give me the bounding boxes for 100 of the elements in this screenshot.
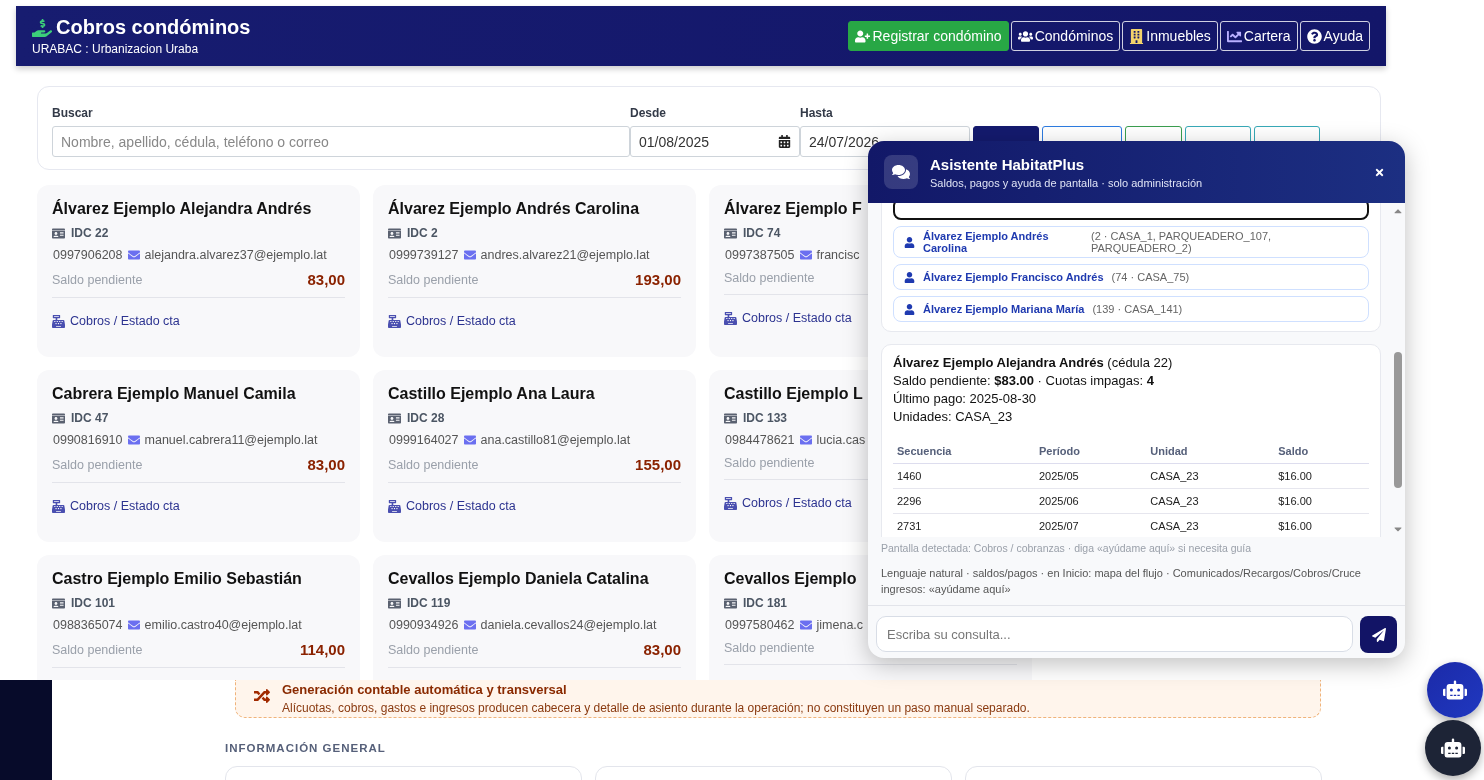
statement-link[interactable]: Cobros / Estado cta	[724, 311, 852, 325]
table-cell: $16.00	[1274, 488, 1369, 514]
users-icon	[1017, 28, 1033, 44]
person-icon	[904, 303, 915, 315]
cash-register-icon	[724, 311, 737, 325]
nav-button[interactable]: Ayuda	[1299, 21, 1370, 51]
resident-name: Cevallos Ejemplo Daniela Catalina	[388, 570, 649, 588]
nav-button[interactable]: Cartera	[1219, 21, 1298, 51]
envelope-icon	[463, 434, 476, 446]
email-address: jimena.c	[816, 618, 864, 632]
banner-title: Generación contable automática y transversal	[282, 682, 568, 697]
table-cell: CASA_23	[1146, 513, 1275, 537]
envelope-icon	[463, 249, 476, 261]
id-code: IDC 181	[743, 596, 788, 610]
field-label: Buscar	[52, 106, 94, 120]
date-field[interactable]: 01/08/2025	[630, 126, 800, 157]
balance-label: Saldo pendiente	[52, 642, 143, 657]
phone-number: 0997906208	[53, 248, 123, 262]
answer-line: Unidades: CASA_23	[893, 409, 1014, 424]
balance-amount: 83,00	[307, 456, 345, 473]
envelope-icon	[463, 619, 476, 631]
table-cell: CASA_23	[1146, 488, 1275, 514]
send-icon	[1371, 627, 1386, 642]
person-icon	[904, 236, 915, 248]
resident-name: Álvarez Ejemplo F	[724, 200, 862, 218]
resident-name: Álvarez Ejemplo Alejandra Andrés	[52, 200, 312, 218]
id-card-icon	[52, 411, 65, 425]
hint-text: Pantalla detectada: Cobros / cobranzas · diga «ayúdame aquí» si necesita guía	[881, 541, 1253, 556]
email-address: lucia.cas	[816, 433, 866, 447]
phone-number: 0999739127	[389, 248, 459, 262]
person-icon	[904, 271, 915, 283]
phone-number: 0988365074	[53, 618, 123, 632]
balance-amount: 193,00	[635, 271, 681, 288]
answer-line: Álvarez Ejemplo Alejandra Andrés (cédula 22)	[893, 355, 1174, 370]
close-icon	[1374, 166, 1385, 178]
banner-text: Alícuotas, cobros, gastos e ingresos producen cabecera y detalle de asiento durante la operación; no constituyen un paso manual separado.	[282, 701, 1030, 715]
balance-amount: 83,00	[643, 641, 681, 658]
page-subtitle: URABAC : Urbanizacion Uraba	[32, 42, 200, 56]
phone-number: 0984478621	[725, 433, 795, 447]
resident-name: Castillo Ejemplo L	[724, 385, 863, 403]
statement-link[interactable]: Cobros / Estado cta	[724, 496, 852, 510]
balance-label: Saldo pendiente	[388, 642, 479, 657]
balance-label: Saldo pendiente	[52, 272, 143, 287]
balance-label: Saldo pendiente	[724, 271, 815, 285]
balance-amount: 83,00	[307, 271, 345, 288]
cash-register-icon	[724, 496, 737, 510]
table-cell: $16.00	[1274, 513, 1369, 537]
balance-label: Saldo pendiente	[724, 641, 815, 655]
table-cell: 2025/07	[1034, 513, 1147, 537]
resident-option[interactable]: Álvarez Ejemplo Andrés Carolina (2 · CASA_1, PARQUEADERO_107, PARQUEADERO_2)	[893, 226, 1369, 258]
statement-link[interactable]: Cobros / Estado cta	[388, 499, 516, 513]
envelope-icon	[127, 619, 140, 631]
id-card-icon	[52, 226, 65, 240]
field-label: Hasta	[800, 106, 834, 120]
scrollbar-thumb[interactable]	[1394, 352, 1402, 488]
statement-link[interactable]: Cobros / Estado cta	[52, 499, 180, 513]
resident-option[interactable]	[893, 203, 1369, 220]
assistant-button[interactable]	[1425, 720, 1481, 776]
balance-amount: 155,00	[635, 456, 681, 473]
email-address: emilio.castro40@ejemplo.lat	[144, 618, 302, 632]
resident-option[interactable]: Álvarez Ejemplo Francisco Andrés (74 · CASA_75)	[893, 264, 1369, 290]
balance-label: Saldo pendiente	[52, 457, 143, 472]
resident-option[interactable]: Álvarez Ejemplo Mariana María (139 · CASA_141)	[893, 296, 1369, 322]
send-button[interactable]	[1360, 616, 1397, 653]
option-name: Álvarez Ejemplo Francisco Andrés	[923, 271, 1104, 283]
email-address: francisc	[816, 248, 860, 262]
column-header: Saldo	[1274, 439, 1369, 464]
table-cell: 2731	[893, 513, 1035, 537]
email-address: ana.castillo81@ejemplo.lat	[480, 433, 631, 447]
id-code: IDC 22	[71, 226, 109, 240]
option-detail: (2 · CASA_1, PARQUEADERO_107, PARQUEADERO_2)	[1091, 230, 1273, 254]
shuffle-icon	[254, 688, 270, 704]
id-code: IDC 2	[407, 226, 438, 240]
answer-line: Saldo pendiente: $83.00 · Cuotas impagas: 4	[893, 373, 1155, 388]
resident-name: Álvarez Ejemplo Andrés Carolina	[388, 200, 640, 218]
statement-link[interactable]: Cobros / Estado cta	[52, 314, 180, 328]
envelope-icon	[127, 434, 140, 446]
email-address: daniela.cevallos24@ejemplo.lat	[480, 618, 657, 632]
statement-link[interactable]: Cobros / Estado cta	[388, 314, 516, 328]
id-card-icon	[388, 411, 401, 425]
cash-register-icon	[388, 499, 401, 513]
robot-icon	[1441, 736, 1465, 760]
message-field[interactable]: Escriba su consulta...	[876, 616, 1353, 652]
hint-text: Lenguaje natural · saldos/pagos · en Inicio: mapa del flujo · Comunicados/Recargos/Cobros/Cruce ingresos: «ayúdame aquí»	[881, 566, 1362, 597]
column-header: Secuencia	[893, 439, 1035, 464]
money-hand-icon	[32, 17, 52, 38]
option-detail: (74 · CASA_75)	[1111, 271, 1190, 283]
id-card-icon	[724, 226, 737, 240]
page-title: Cobros condóminos	[56, 16, 251, 39]
phone-number: 0990934926	[389, 618, 459, 632]
assistant-button[interactable]	[1427, 662, 1483, 718]
phone-number: 0997387505	[725, 248, 795, 262]
phone-number: 0999164027	[389, 433, 459, 447]
nav-button[interactable]: Condóminos	[1010, 21, 1121, 51]
cash-register-icon	[52, 314, 65, 328]
phone-number: 0997580462	[725, 618, 795, 632]
id-card-icon	[724, 596, 737, 610]
search-field[interactable]: Nombre, apellido, cédula, teléfono o correo	[52, 126, 630, 157]
nav-button[interactable]: Inmuebles	[1122, 21, 1218, 51]
id-card-icon	[724, 411, 737, 425]
